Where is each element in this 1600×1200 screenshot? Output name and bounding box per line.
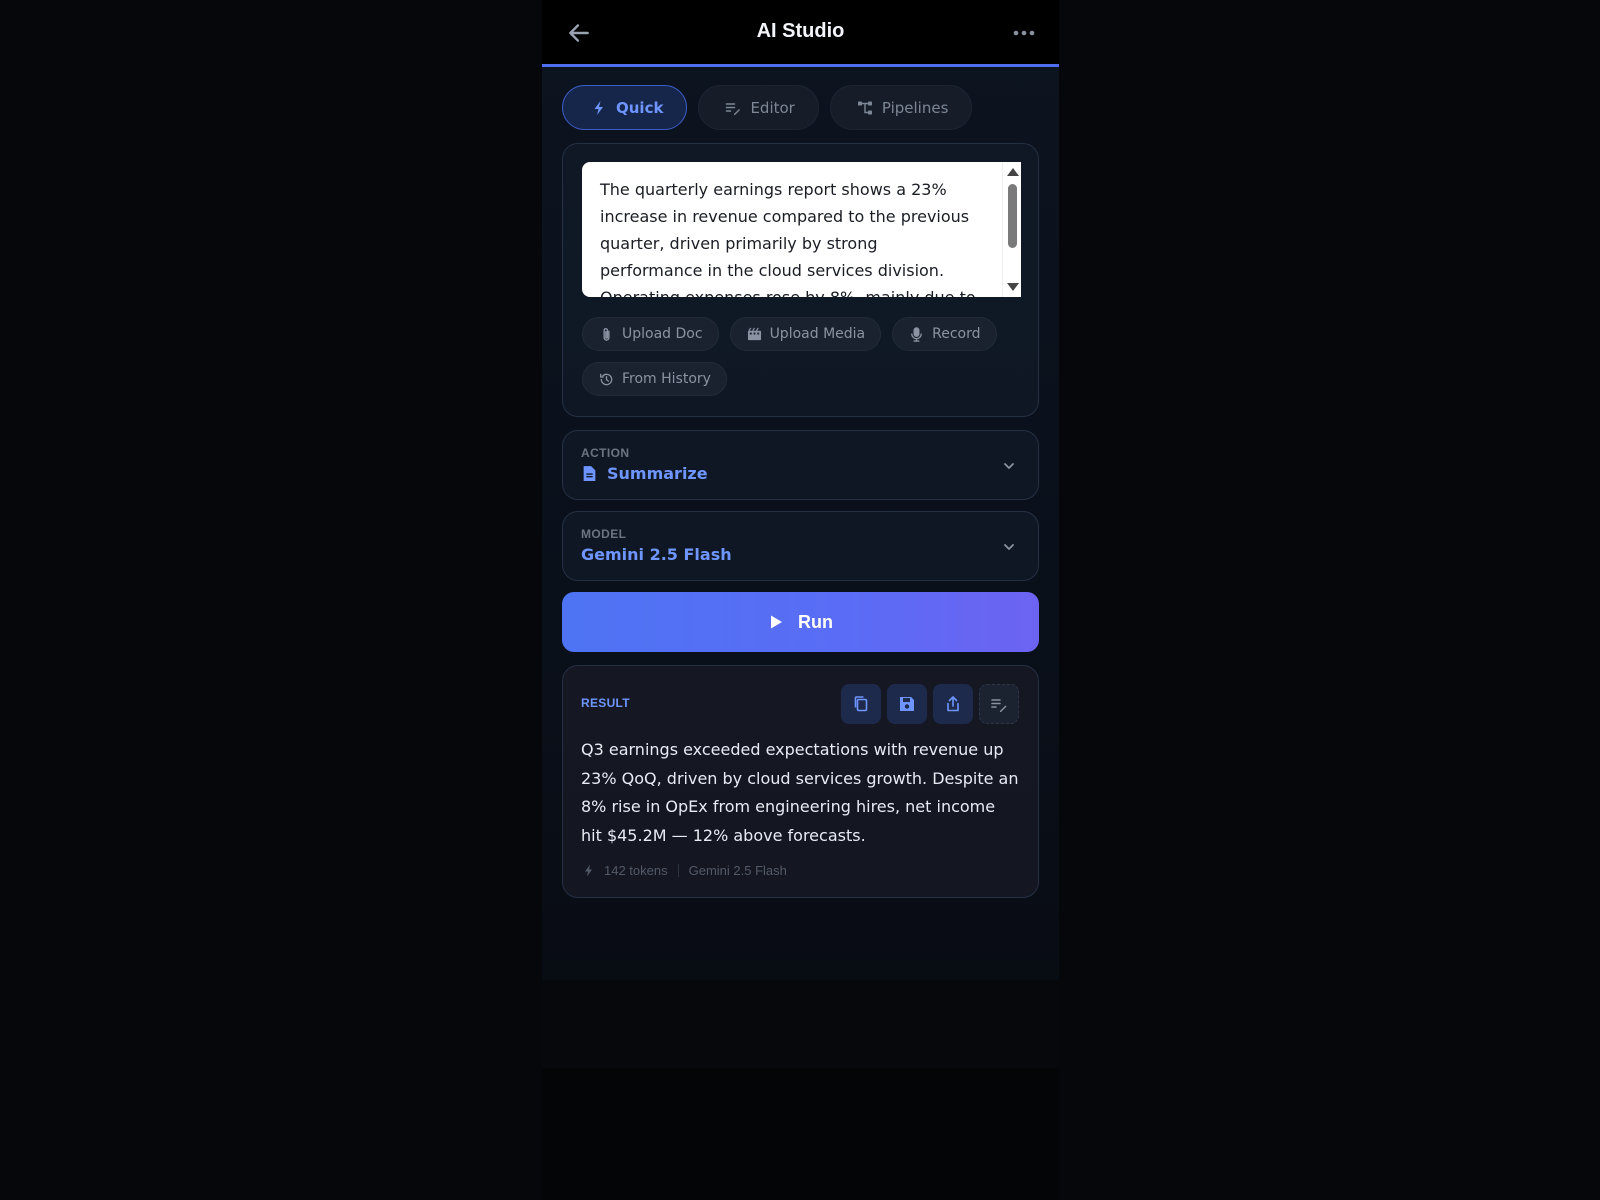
- scroll-down-icon[interactable]: [1007, 283, 1019, 291]
- chevron-down-icon: [1004, 544, 1014, 550]
- history-icon: [600, 373, 613, 385]
- action-select[interactable]: ACTION Summarize: [562, 430, 1039, 500]
- result-label: RESULT: [581, 696, 630, 710]
- tab-label: Pipelines: [881, 98, 949, 117]
- token-count: 142 tokens: [604, 863, 668, 878]
- play-icon: [771, 615, 782, 629]
- chip-label: Upload Media: [769, 326, 866, 342]
- tab-label: Quick: [616, 98, 664, 117]
- result-model: Gemini 2.5 Flash: [688, 863, 787, 878]
- action-label: ACTION: [581, 446, 630, 460]
- prompt-textarea[interactable]: The quarterly earnings report shows a 23…: [582, 162, 1021, 297]
- model-value: Gemini 2.5 Flash: [581, 545, 732, 564]
- model-label: MODEL: [581, 527, 627, 541]
- page-title: AI Studio: [756, 20, 845, 42]
- action-value: Summarize: [581, 464, 708, 483]
- mode-tabs: Quick Editor Pipelines: [562, 85, 973, 130]
- record-button[interactable]: Record: [892, 317, 997, 351]
- result-actions: [841, 684, 1019, 724]
- bolt-icon: [594, 100, 603, 115]
- bottom-area-dark: [542, 1068, 1059, 1200]
- copy-button[interactable]: [841, 684, 881, 724]
- result-card: RESULT Q3 earnings exceeded expectations…: [562, 665, 1039, 898]
- run-label: Run: [798, 611, 833, 632]
- edit-lines-icon: [726, 102, 741, 115]
- input-card: The quarterly earnings report shows a 23…: [562, 143, 1039, 417]
- model-select[interactable]: MODEL Gemini 2.5 Flash: [562, 511, 1039, 581]
- result-text: Q3 earnings exceeded expectations with r…: [581, 740, 1019, 845]
- tab-editor[interactable]: Editor: [698, 85, 819, 130]
- document-icon: [583, 466, 596, 481]
- film-icon: [747, 327, 761, 340]
- tab-label: Editor: [750, 98, 795, 117]
- scroll-up-icon[interactable]: [1007, 168, 1019, 176]
- copy-icon: [854, 696, 868, 712]
- app-screen: AI Studio Quick Editor Pipelines The qua…: [542, 0, 1059, 1200]
- edit-lines-icon: [991, 699, 1007, 712]
- bolt-icon: [585, 864, 592, 877]
- textarea-scrollbar[interactable]: [1002, 162, 1021, 297]
- model-value-text: Gemini 2.5 Flash: [581, 545, 732, 564]
- attachment-options: Upload Doc Upload Media Record From Hist…: [582, 317, 1022, 396]
- share-button[interactable]: [933, 684, 973, 724]
- from-history-button[interactable]: From History: [582, 362, 727, 396]
- save-button[interactable]: [887, 684, 927, 724]
- scroll-thumb[interactable]: [1008, 184, 1017, 248]
- top-bar: AI Studio: [542, 0, 1059, 67]
- chevron-down-icon: [1004, 463, 1014, 469]
- run-button[interactable]: Run: [562, 592, 1039, 652]
- chip-label: Record: [932, 326, 981, 342]
- share-icon: [947, 696, 959, 712]
- tab-pipelines[interactable]: Pipelines: [829, 85, 973, 130]
- open-in-editor-button[interactable]: [979, 684, 1019, 724]
- action-value-text: Summarize: [607, 464, 708, 483]
- upload-media-button[interactable]: Upload Media: [729, 317, 882, 351]
- chip-label: Upload Doc: [622, 326, 703, 342]
- microphone-icon: [911, 326, 922, 342]
- upload-doc-button[interactable]: Upload Doc: [582, 317, 719, 351]
- meta-divider: [677, 864, 679, 877]
- chip-label: From History: [622, 371, 711, 387]
- paperclip-icon: [603, 327, 610, 341]
- tab-quick[interactable]: Quick: [562, 85, 688, 130]
- pipeline-icon: [857, 101, 872, 114]
- more-options-icon[interactable]: [1011, 22, 1037, 44]
- save-icon: [900, 697, 914, 711]
- prompt-text: The quarterly earnings report shows a 23…: [600, 180, 976, 297]
- result-meta: 142 tokens Gemini 2.5 Flash: [583, 863, 787, 878]
